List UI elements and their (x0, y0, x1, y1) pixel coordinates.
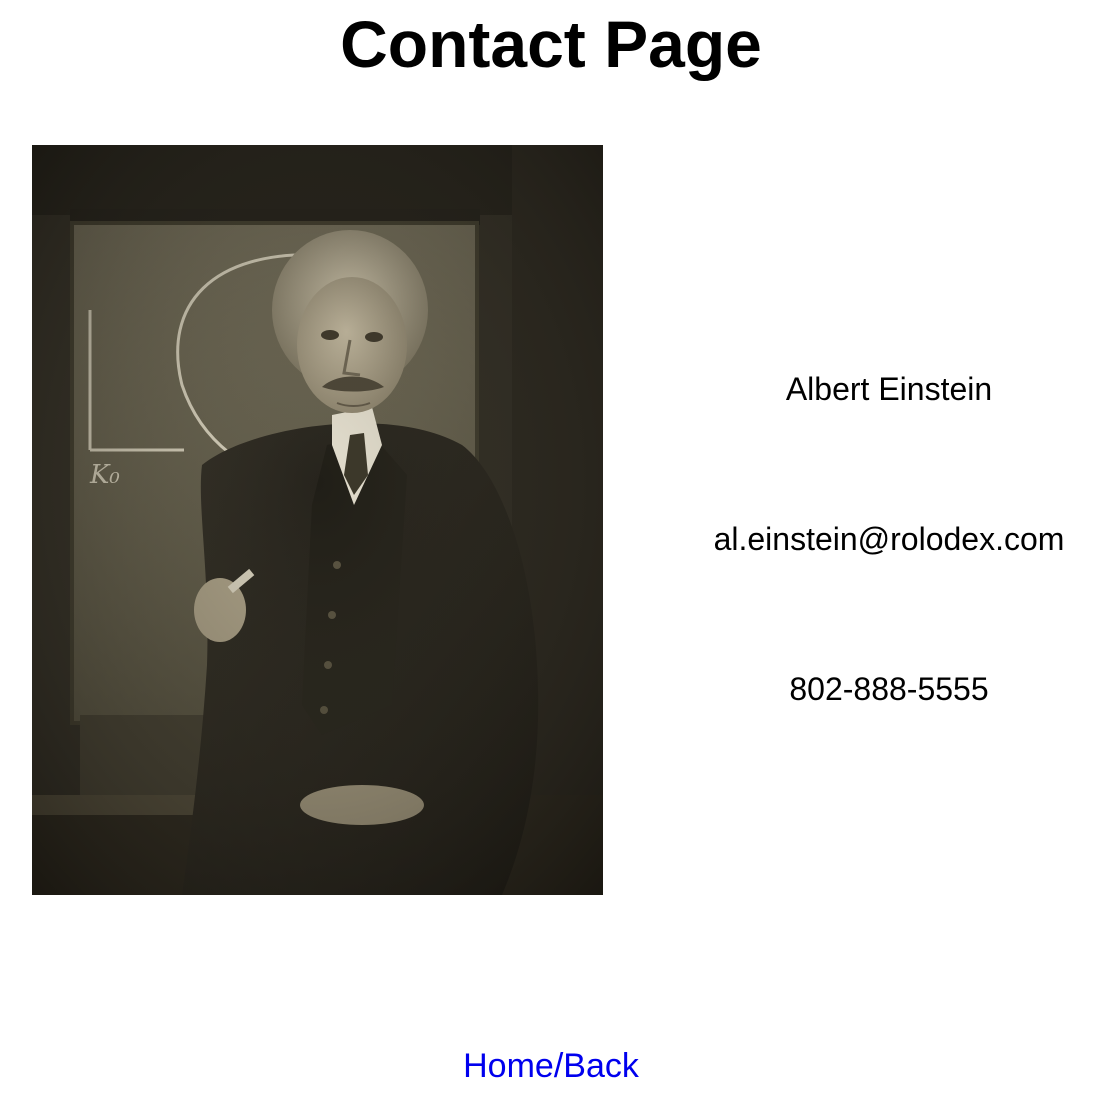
contact-photo: K₀ (32, 145, 603, 895)
contact-name: Albert Einstein (785, 371, 993, 407)
contact-phone: 802-888-5555 (789, 671, 989, 707)
portrait-illustration: K₀ (32, 145, 603, 895)
contact-page: Contact Page Albert Einstein al.einstein… (0, 0, 1102, 1100)
home-back-link[interactable]: Home/Back (463, 1047, 639, 1085)
home-link-container: Home/Back (0, 1045, 1102, 1087)
page-title: Contact Page (340, 7, 762, 81)
contact-email: al.einstein@rolodex.com (713, 521, 1065, 557)
